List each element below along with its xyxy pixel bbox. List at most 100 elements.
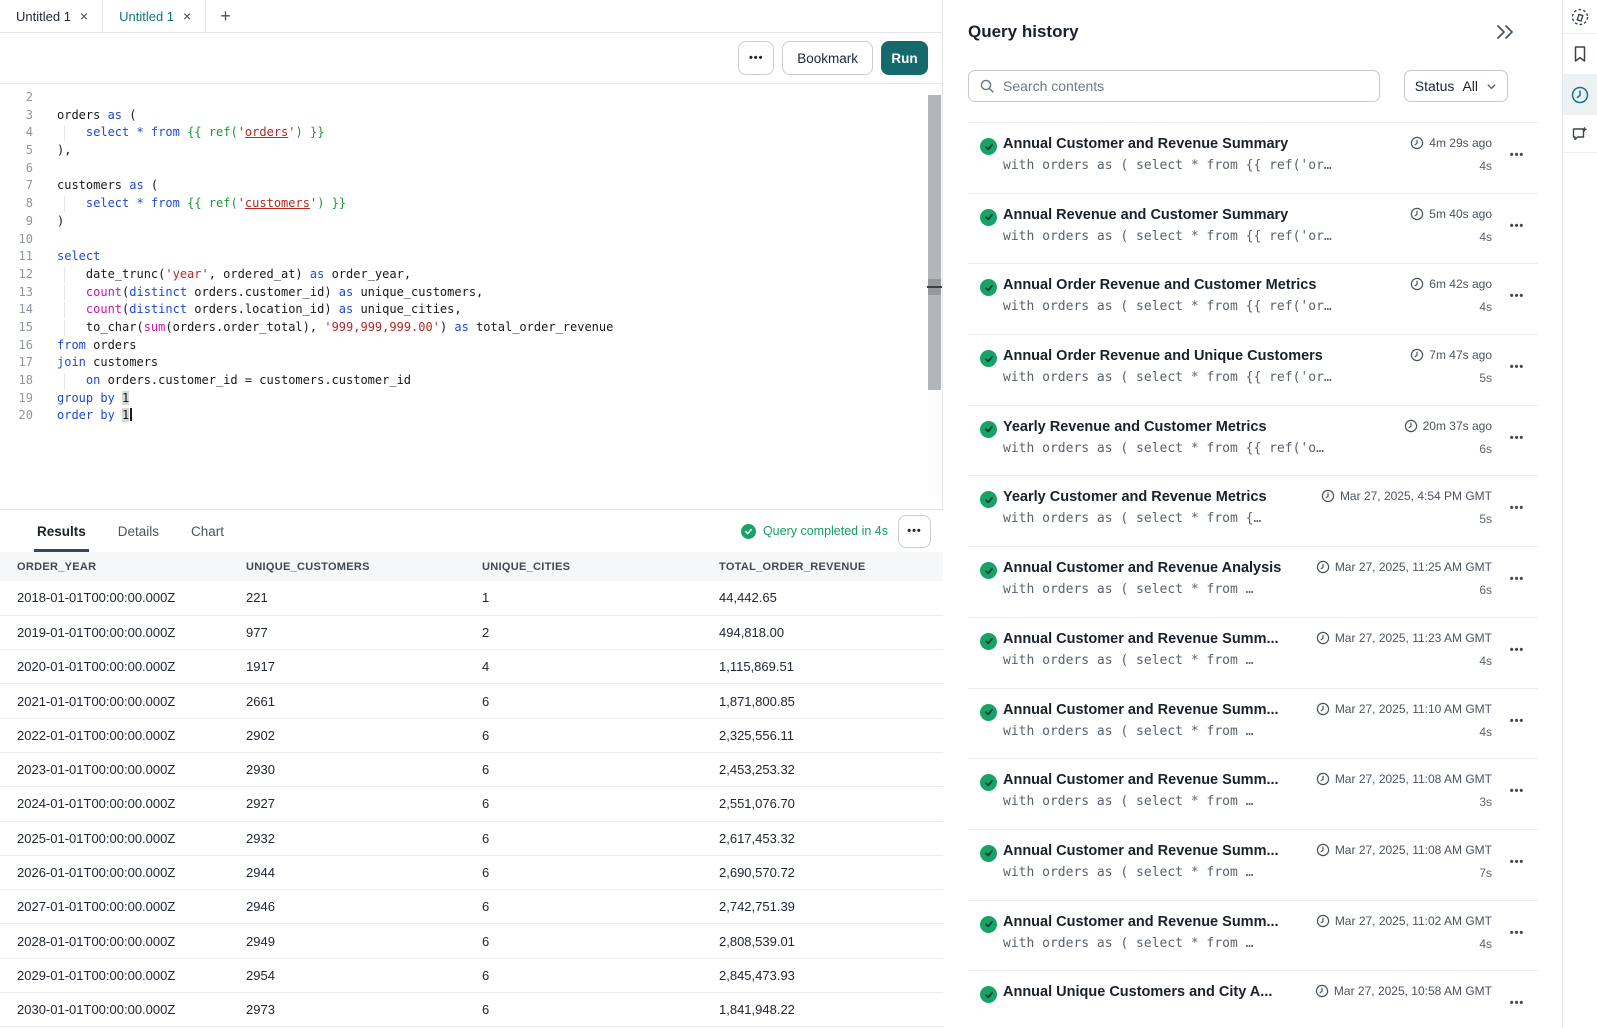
- item-menu-button[interactable]: •••: [1504, 785, 1530, 797]
- table-cell: 1,841,948.22: [702, 993, 943, 1027]
- table-cell: 2021-01-01T00:00:00.000Z: [0, 684, 229, 718]
- item-menu-button[interactable]: •••: [1504, 927, 1530, 939]
- timestamp-text: Mar 27, 2025, 11:10 AM GMT: [1335, 702, 1492, 716]
- query-history-item[interactable]: Annual Customer and Revenue Summ...with …: [968, 901, 1538, 972]
- tab-chart[interactable]: Chart: [190, 510, 225, 552]
- query-duration: 4s: [1316, 654, 1492, 668]
- query-history-item[interactable]: Annual Customer and Revenue Summarywith …: [968, 123, 1538, 194]
- code-text: select * from {{ ref('customers') }}: [33, 195, 346, 213]
- query-timestamp: Mar 27, 2025, 11:02 AM GMT: [1316, 914, 1492, 928]
- feedback-icon[interactable]: [1563, 115, 1597, 153]
- query-sql-snippet: with orders as ( select * from {{ ref('o…: [1003, 158, 1400, 173]
- query-history-item[interactable]: Annual Revenue and Customer Summarywith …: [968, 194, 1538, 265]
- item-menu-button[interactable]: •••: [1504, 644, 1530, 656]
- collapse-panel-icon[interactable]: [1494, 22, 1516, 42]
- tab-label: Untitled 1: [16, 9, 71, 24]
- item-menu-button[interactable]: •••: [1504, 856, 1530, 868]
- code-token: orders.location_id): [187, 302, 339, 316]
- close-icon[interactable]: ×: [80, 9, 88, 23]
- item-menu-button[interactable]: •••: [1504, 715, 1530, 727]
- status-filter-dropdown[interactable]: Status All: [1404, 70, 1508, 102]
- editor-tabbar: Untitled 1 × Untitled 1 × +: [0, 0, 942, 33]
- sql-editor[interactable]: 23orders as (4 select * from {{ ref('ord…: [0, 85, 928, 497]
- code-text: [33, 160, 57, 178]
- code-text: select * from {{ ref('orders') }}: [33, 124, 324, 142]
- query-history-item[interactable]: Annual Unique Customers and City A...Mar…: [968, 971, 1538, 1028]
- item-menu-button[interactable]: •••: [1504, 149, 1530, 161]
- close-icon[interactable]: ×: [183, 9, 191, 23]
- tab-untitled-1[interactable]: Untitled 1 ×: [0, 0, 103, 32]
- code-token: to_char(: [57, 320, 144, 334]
- query-timestamp: Mar 27, 2025, 11:10 AM GMT: [1316, 702, 1492, 716]
- timestamp-text: Mar 27, 2025, 11:25 AM GMT: [1335, 560, 1492, 574]
- code-token: *: [137, 125, 144, 139]
- run-button[interactable]: Run: [881, 41, 928, 75]
- bookmark-button[interactable]: Bookmark: [782, 41, 873, 75]
- timestamp-text: Mar 27, 2025, 11:08 AM GMT: [1335, 843, 1492, 857]
- query-history-item[interactable]: Annual Order Revenue and Customer Metric…: [968, 264, 1538, 335]
- line-number: 12: [0, 266, 33, 284]
- code-line: 6: [0, 160, 928, 178]
- item-menu-button[interactable]: •••: [1504, 502, 1530, 514]
- query-history-item[interactable]: Annual Customer and Revenue Summ...with …: [968, 830, 1538, 901]
- bookmark-icon[interactable]: [1563, 34, 1597, 75]
- editor-overflow-button[interactable]: •••: [738, 41, 774, 75]
- results-overflow-button[interactable]: •••: [898, 515, 931, 548]
- query-history-item[interactable]: Yearly Revenue and Customer Metricswith …: [968, 406, 1538, 477]
- item-menu-button[interactable]: •••: [1504, 290, 1530, 302]
- item-menu-button[interactable]: •••: [1504, 220, 1530, 232]
- table-cell: 2927: [229, 787, 465, 821]
- success-check-icon: [980, 138, 997, 155]
- item-menu-button[interactable]: •••: [1504, 997, 1530, 1009]
- code-token: unique_cities,: [353, 302, 461, 316]
- scrollbar-grip[interactable]: [928, 279, 941, 295]
- clock-icon: [1410, 136, 1424, 150]
- query-title: Annual Order Revenue and Unique Customer…: [1003, 348, 1400, 364]
- clock-icon: [1316, 702, 1330, 716]
- history-icon[interactable]: [1563, 75, 1597, 115]
- table-cell: 2030-01-01T00:00:00.000Z: [0, 993, 229, 1027]
- table-cell: 2946: [229, 890, 465, 924]
- query-history-panel: Query history Status All Annual Customer…: [944, 0, 1562, 1028]
- query-history-item[interactable]: Yearly Customer and Revenue Metricswith …: [968, 476, 1538, 547]
- query-history-item[interactable]: Annual Customer and Revenue Summ...with …: [968, 759, 1538, 830]
- query-duration: 4s: [1410, 230, 1492, 244]
- code-line: 16from orders: [0, 337, 928, 355]
- search-box[interactable]: [968, 70, 1380, 102]
- query-history-item[interactable]: Annual Customer and Revenue Analysiswith…: [968, 547, 1538, 618]
- tab-untitled-2[interactable]: Untitled 1 ×: [103, 0, 206, 32]
- item-menu-button[interactable]: •••: [1504, 432, 1530, 444]
- clock-icon: [1410, 277, 1424, 291]
- table-row: 2021-01-01T00:00:00.000Z266161,871,800.8…: [0, 684, 943, 718]
- timestamp-text: 4m 29s ago: [1429, 136, 1492, 150]
- query-history-item[interactable]: Annual Order Revenue and Unique Customer…: [968, 335, 1538, 406]
- query-title: Annual Unique Customers and City A...: [1003, 984, 1305, 1000]
- search-input[interactable]: [1003, 78, 1369, 94]
- query-history-item[interactable]: Annual Customer and Revenue Summ...with …: [968, 689, 1538, 760]
- new-tab-button[interactable]: +: [206, 0, 245, 32]
- code-text: from orders: [33, 337, 136, 355]
- query-item-content: Annual Customer and Revenue Analysiswith…: [1003, 560, 1306, 597]
- timestamp-text: 5m 40s ago: [1429, 207, 1492, 221]
- editor-pane: Untitled 1 × Untitled 1 × + ••• Bookmark…: [0, 0, 943, 1028]
- code-text: ): [33, 213, 64, 231]
- query-item-meta: 20m 37s ago6s: [1404, 419, 1492, 456]
- scrollbar-thumb[interactable]: [928, 95, 941, 390]
- column-total-order-revenue: TOTAL_ORDER_REVENUE: [702, 552, 943, 581]
- code-token: ': [238, 196, 245, 210]
- item-menu-button[interactable]: •••: [1504, 361, 1530, 373]
- editor-scrollbar[interactable]: [928, 89, 941, 497]
- lineage-icon[interactable]: [1563, 0, 1597, 34]
- table-cell: 2018-01-01T00:00:00.000Z: [0, 581, 229, 615]
- tab-details[interactable]: Details: [117, 510, 160, 552]
- query-item-content: Annual Customer and Revenue Summ...with …: [1003, 702, 1306, 739]
- item-menu-button[interactable]: •••: [1504, 573, 1530, 585]
- query-history-item[interactable]: Annual Customer and Revenue Summ...with …: [968, 618, 1538, 689]
- query-title: Annual Customer and Revenue Summ...: [1003, 702, 1306, 718]
- table-cell: 6: [465, 993, 702, 1027]
- code-token: total_order_revenue: [469, 320, 614, 334]
- code-token: [57, 373, 86, 387]
- line-number: 19: [0, 390, 33, 408]
- tab-results[interactable]: Results: [36, 510, 87, 552]
- table-cell: 2902: [229, 718, 465, 752]
